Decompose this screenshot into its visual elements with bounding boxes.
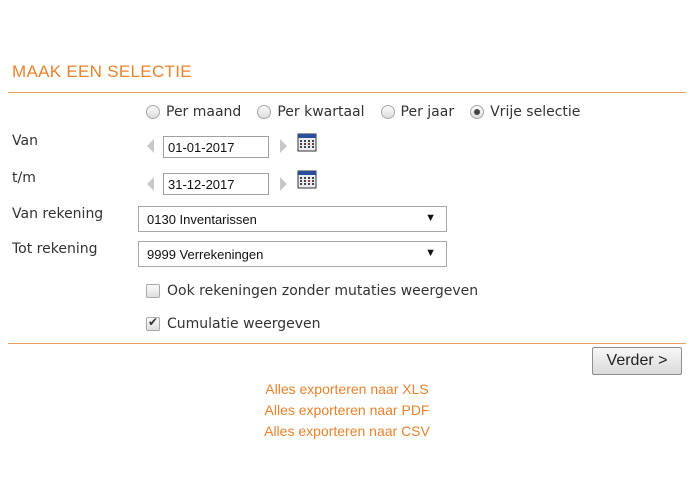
radio-label: Per maand — [166, 104, 242, 120]
radio-label: Per jaar — [400, 104, 455, 120]
to-account-select[interactable]: 9999 Verrekeningen ▼ — [138, 241, 447, 267]
from-date-next-arrow-icon[interactable] — [280, 139, 287, 153]
radio-circle[interactable] — [470, 105, 485, 119]
to-date-calendar-icon[interactable] — [297, 169, 317, 189]
to-date-prev-arrow-icon[interactable] — [147, 177, 154, 191]
no-mutations-checkbox[interactable] — [146, 284, 160, 298]
chevron-down-icon: ▼ — [425, 212, 436, 224]
radio-per-maand[interactable]: Per maand — [146, 104, 241, 120]
radio-per-jaar[interactable]: Per jaar — [380, 104, 455, 120]
period-radio-group: Per maand Per kwartaal Per jaar Vrije se… — [146, 104, 596, 120]
to-date-input[interactable] — [163, 173, 269, 195]
cumulative-label: Cumulatie weergeven — [167, 316, 321, 332]
option-cumulative[interactable]: Cumulatie weergeven — [146, 315, 321, 332]
cumulative-checkbox[interactable] — [146, 315, 160, 331]
radio-circle[interactable] — [146, 105, 160, 119]
radio-label: Per kwartaal — [277, 104, 365, 120]
from-account-label: Van rekening — [12, 206, 104, 222]
from-date-calendar-icon[interactable] — [297, 132, 317, 152]
page-title: MAAK EEN SELECTIE — [12, 62, 192, 81]
from-account-select[interactable]: 0130 Inventarissen ▼ — [138, 206, 447, 232]
to-date-label: t/m — [12, 170, 36, 186]
to-date-next-arrow-icon[interactable] — [280, 177, 287, 191]
export-xls-link[interactable]: Alles exporteren naar XLS — [0, 381, 694, 397]
from-date-label: Van — [12, 133, 38, 149]
radio-circle[interactable] — [380, 105, 395, 119]
bottom-divider — [8, 343, 686, 344]
radio-circle[interactable] — [257, 105, 272, 119]
to-account-value: 9999 Verrekeningen — [147, 246, 264, 262]
export-pdf-link[interactable]: Alles exporteren naar PDF — [0, 402, 694, 418]
no-mutations-label: Ook rekeningen zonder mutaties weergeven — [167, 283, 479, 299]
from-account-value: 0130 Inventarissen — [147, 211, 257, 227]
radio-label: Vrije selectie — [490, 104, 581, 120]
radio-vrije-selectie[interactable]: Vrije selectie — [470, 104, 580, 120]
title-divider — [8, 92, 686, 93]
to-account-label: Tot rekening — [12, 241, 98, 257]
from-date-input[interactable] — [163, 136, 269, 158]
chevron-down-icon: ▼ — [425, 247, 436, 259]
next-button[interactable]: Verder > — [592, 347, 682, 375]
from-date-prev-arrow-icon[interactable] — [147, 139, 154, 153]
radio-per-kwartaal[interactable]: Per kwartaal — [257, 104, 365, 120]
option-no-mutations[interactable]: Ook rekeningen zonder mutaties weergeven — [146, 283, 478, 299]
export-csv-link[interactable]: Alles exporteren naar CSV — [0, 423, 694, 439]
